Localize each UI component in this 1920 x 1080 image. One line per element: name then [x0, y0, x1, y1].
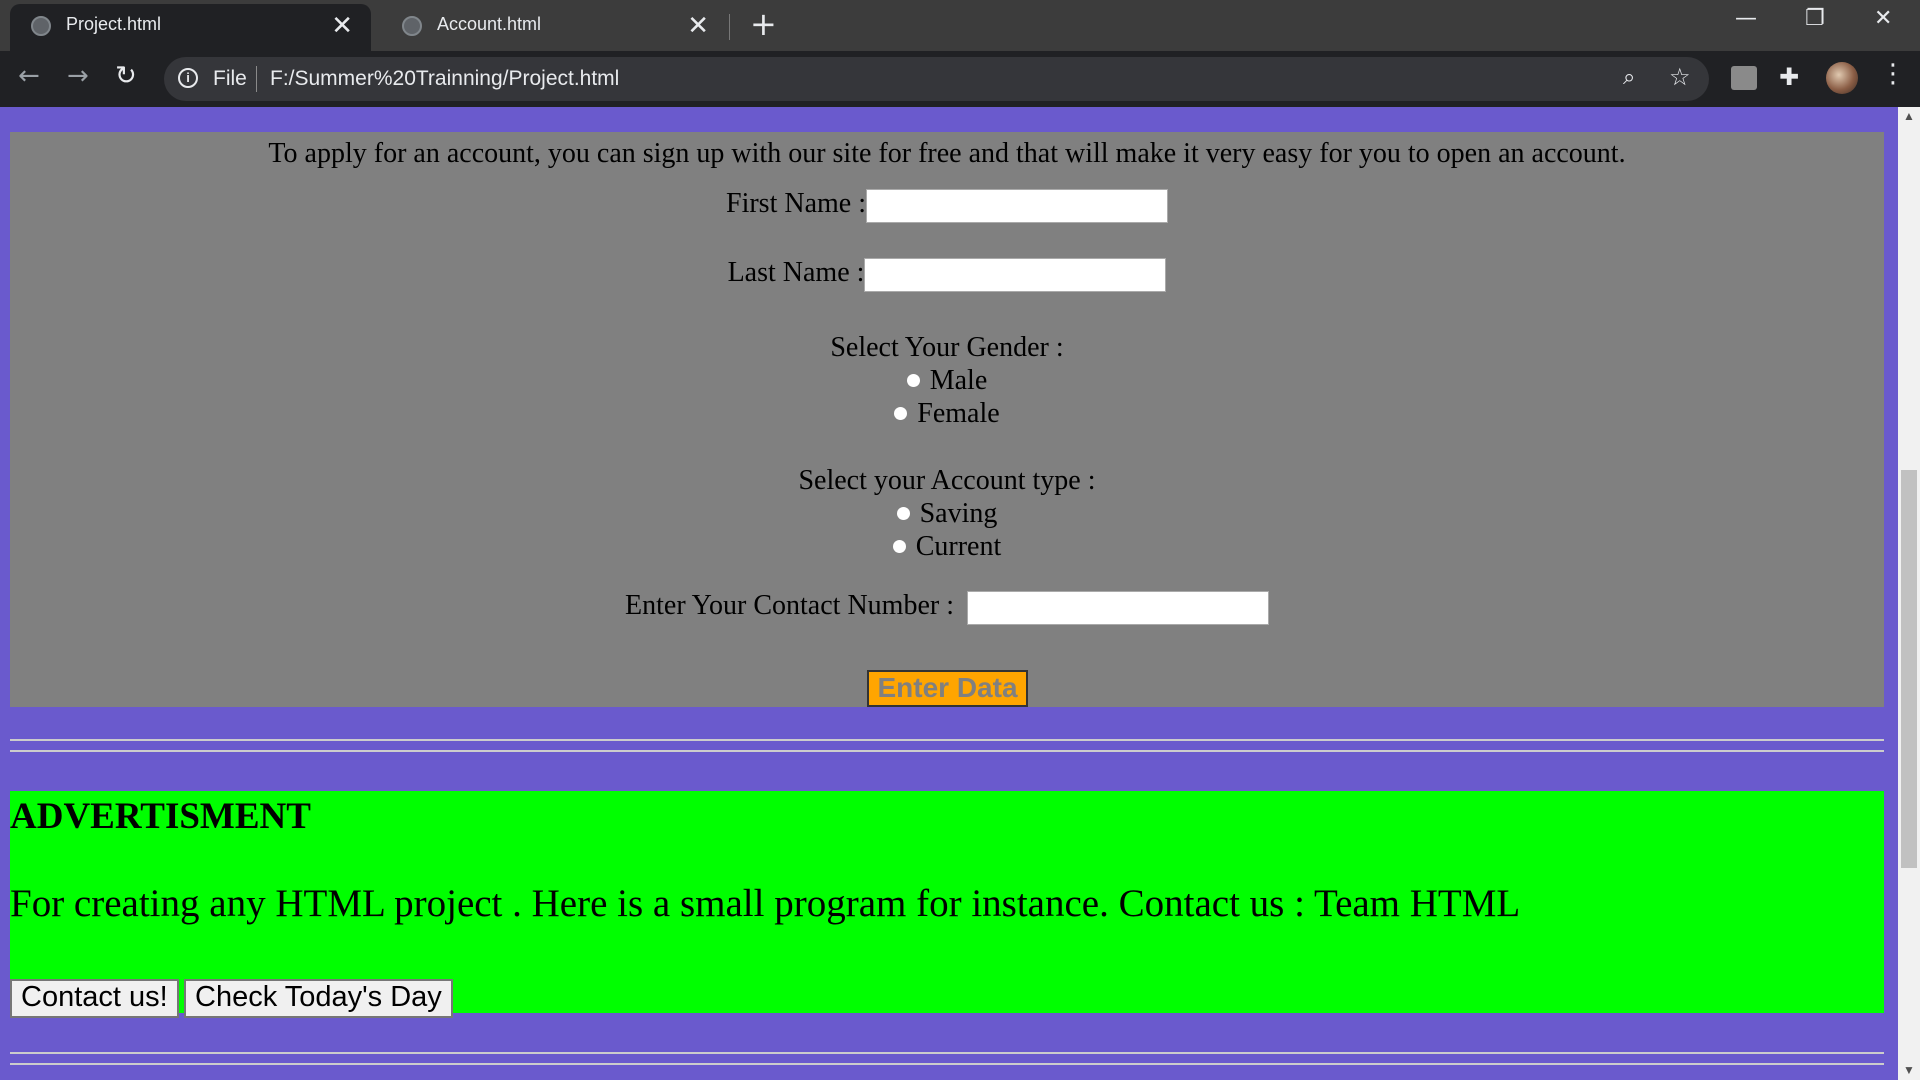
account-option-label: Current [915, 531, 1002, 562]
zoom-icon[interactable]: ⌕ [1623, 65, 1635, 90]
url-text[interactable]: F:/Summer%20Trainning/Project.html [270, 67, 619, 91]
contact-row: Enter Your Contact Number : [10, 590, 1884, 625]
contact-input[interactable] [966, 590, 1269, 625]
account-type-label: Select your Account type : [798, 465, 1096, 496]
contact-us-button[interactable]: Contact us! [10, 979, 179, 1018]
account-option-saving[interactable]: Saving [10, 498, 1884, 530]
first-name-input[interactable] [866, 188, 1168, 223]
account-form: To apply for an account, you can sign up… [10, 132, 1884, 707]
tab-divider [729, 14, 730, 40]
scroll-up-arrow-icon[interactable]: ▲ [1903, 109, 1915, 124]
tab-project[interactable]: Project.html ✕ [10, 4, 371, 51]
window-close-button[interactable]: ✕ [1874, 6, 1892, 31]
info-icon[interactable]: i [178, 68, 198, 88]
minimize-button[interactable]: — [1735, 6, 1757, 31]
radio-female[interactable] [894, 407, 908, 421]
divider [10, 1063, 1884, 1065]
menu-kebab-icon[interactable]: ⋮ [1880, 59, 1906, 89]
globe-icon [402, 16, 422, 36]
tab-title: Account.html [437, 14, 542, 34]
page-viewport: To apply for an account, you can sign up… [0, 107, 1898, 1080]
browser-titlebar: Project.html ✕ Account.html ✕ + — ❐ ✕ [0, 0, 1920, 51]
radio-saving[interactable] [896, 507, 910, 521]
pdf-extension-icon[interactable] [1731, 66, 1757, 90]
enter-data-button[interactable]: Enter Data [867, 670, 1028, 707]
gender-option-label: Female [917, 398, 1000, 429]
reload-button[interactable]: ↻ [115, 61, 137, 91]
first-name-label: First Name : [726, 188, 866, 219]
star-icon[interactable]: ☆ [1669, 63, 1691, 91]
gender-option-female[interactable]: Female [10, 398, 1884, 430]
profile-avatar[interactable] [1826, 62, 1858, 94]
new-tab-button[interactable]: + [750, 6, 777, 42]
ad-text: For creating any HTML project . Here is … [10, 882, 1521, 925]
forward-button[interactable]: → [67, 61, 89, 91]
gender-label: Select Your Gender : [830, 332, 1064, 363]
account-option-label: Saving [919, 498, 998, 529]
restore-button[interactable]: ❐ [1805, 6, 1825, 31]
advertisement-panel: ADVERTISMENT For creating any HTML proje… [10, 791, 1884, 1018]
browser-toolbar: ← → ↻ i File F:/Summer%20Trainning/Proje… [0, 51, 1920, 107]
close-tab-icon[interactable]: ✕ [331, 10, 353, 40]
first-name-row: First Name : [10, 188, 1884, 223]
divider [10, 739, 1884, 741]
radio-current[interactable] [892, 540, 906, 554]
intro-text: To apply for an account, you can sign up… [268, 138, 1626, 169]
check-day-button[interactable]: Check Today's Day [184, 979, 453, 1018]
last-name-row: Last Name : [10, 257, 1884, 292]
globe-icon [31, 16, 51, 36]
close-tab-icon[interactable]: ✕ [687, 10, 709, 40]
last-name-input[interactable] [864, 257, 1167, 292]
last-name-label: Last Name : [727, 257, 865, 288]
gender-option-male[interactable]: Male [10, 365, 1884, 397]
divider [10, 1052, 1884, 1054]
gender-option-label: Male [929, 365, 988, 396]
scheme-label: File [213, 67, 247, 90]
contact-label: Enter Your Contact Number : [625, 590, 954, 621]
omnibox-divider [256, 66, 257, 92]
tab-account[interactable]: Account.html ✕ [381, 4, 727, 51]
extensions-puzzle-icon[interactable]: ✚ [1779, 63, 1799, 91]
scroll-thumb[interactable] [1901, 470, 1917, 868]
tab-title: Project.html [66, 14, 162, 34]
back-button[interactable]: ← [18, 61, 40, 91]
address-bar[interactable]: i File F:/Summer%20Trainning/Project.htm… [164, 57, 1709, 101]
radio-male[interactable] [906, 374, 920, 388]
ad-title: ADVERTISMENT [10, 796, 311, 837]
vertical-scrollbar[interactable]: ▲ ▼ [1898, 107, 1920, 1080]
scroll-down-arrow-icon[interactable]: ▼ [1903, 1063, 1915, 1078]
divider [10, 750, 1884, 752]
account-option-current[interactable]: Current [10, 531, 1884, 563]
